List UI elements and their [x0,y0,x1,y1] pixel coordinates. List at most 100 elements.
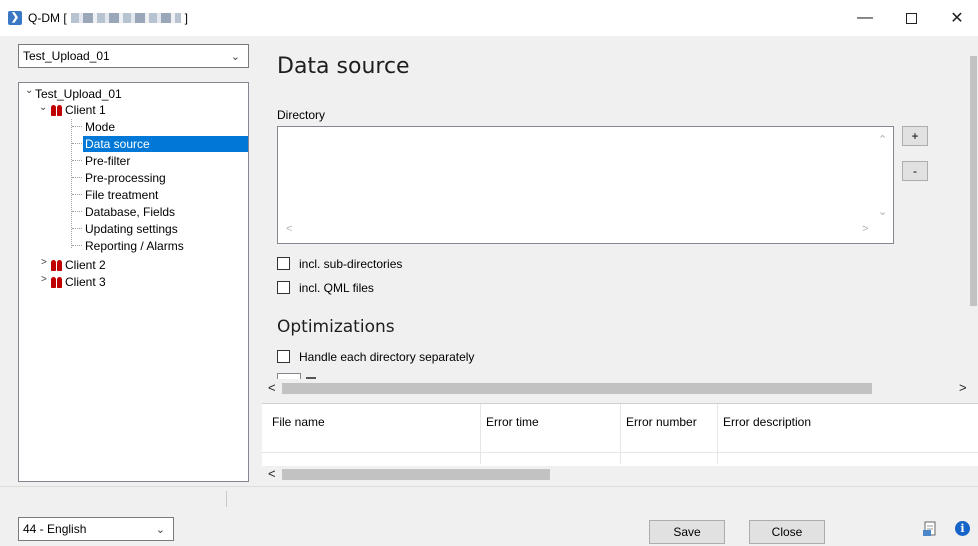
scrollbar-thumb[interactable] [282,469,550,480]
grid-row-line [262,452,978,453]
tree-item-label: Mode [85,120,116,134]
tree-item-client-2-label: Client 2 [65,258,106,272]
info-icon[interactable]: i [955,521,970,536]
tree-item-mode[interactable]: Mode [83,119,117,135]
add-directory-button[interactable]: + [902,126,928,146]
tree-item-pre-filter[interactable]: Pre-filter [83,153,132,169]
title-bar: ❯ Q-DM [ ] — ✕ [0,0,978,36]
scroll-up-icon[interactable]: ⌃ [878,133,887,146]
close-window-button[interactable]: ✕ [934,0,978,36]
project-select-value: Test_Upload_01 [23,49,110,63]
project-select[interactable]: Test_Upload_01 ⌄ [18,44,249,68]
window-title: Q-DM [ ] [28,11,188,25]
tree-item-file-treatment[interactable]: File treatment [83,187,160,203]
handle-each-directory-label: Handle each directory separately [299,350,475,364]
tree-item-label: Database, Fields [85,205,176,219]
tree-connector [72,194,82,195]
grid-horizontal-scrollbar[interactable]: < [262,466,978,483]
chevron-down-icon: ⌄ [155,524,165,536]
minimize-icon: — [857,9,873,26]
directory-list[interactable]: ⌃ ⌄ < > [277,126,894,244]
incl-qml-checkbox[interactable] [277,281,290,294]
status-bar [0,486,978,510]
tree-item-label: Pre-processing [85,171,166,185]
expand-root-icon[interactable]: ⌄ [25,85,33,96]
tree-item-client-3-label: Client 3 [65,275,106,289]
stepper-up-icon[interactable] [306,377,317,379]
tree-connector [72,211,82,212]
tree-item-root-label: Test_Upload_01 [35,87,122,101]
maximize-button[interactable] [888,0,934,36]
scroll-right-icon[interactable]: > [959,380,967,395]
column-separator [620,404,621,464]
scrollbar-thumb[interactable] [282,383,872,394]
redacted-title-text [70,13,181,23]
tree-item-database-fields[interactable]: Database, Fields [83,204,177,220]
language-select[interactable]: 44 - English ⌄ [18,517,174,541]
app-icon: ❯ [8,11,22,25]
chevron-down-icon: ⌄ [230,51,240,63]
minimize-button[interactable]: — [842,0,888,36]
export-document-icon[interactable] [922,521,938,537]
incl-subdirectories-checkbox[interactable] [277,257,290,270]
window-title-prefix: Q-DM [ [28,11,67,25]
close-icon: ✕ [950,10,964,27]
close-button[interactable]: Close [749,520,825,544]
cut-off-row [277,373,607,379]
tree-connector [72,160,82,161]
column-separator [717,404,718,464]
tree-item-client-1-label: Client 1 [65,103,106,117]
tree-item-client-3[interactable]: Client 3 [51,274,106,290]
tree-item-root[interactable]: Test_Upload_01 [35,86,122,102]
tree-item-client-1[interactable]: Client 1 [51,102,106,118]
maximize-icon [905,12,917,24]
tree-connector [72,177,82,178]
tree-connector [72,126,82,127]
column-header-file-name[interactable]: File name [272,415,325,429]
handle-each-directory-checkbox[interactable] [277,350,290,363]
tree-item-label: Data source [85,137,150,151]
save-button[interactable]: Save [649,520,725,544]
settings-tree[interactable]: ⌄ Test_Upload_01 ⌄ Client 1 Mode Data so… [18,82,249,482]
main-vertical-scrollbar[interactable] [969,36,978,396]
column-header-error-number[interactable]: Error number [626,415,697,429]
tree-item-label: File treatment [85,188,159,202]
tree-item-data-source[interactable]: Data source [83,136,248,152]
incl-qml-label: incl. QML files [299,281,374,295]
numeric-stepper[interactable] [277,373,301,379]
client-icon [51,276,64,288]
window-title-suffix: ] [184,11,189,25]
tree-item-label: Pre-filter [85,154,131,168]
optimizations-title: Optimizations [277,317,395,337]
scroll-left-icon[interactable]: < [268,466,276,481]
scroll-left-icon[interactable]: < [286,223,292,235]
language-select-value: 44 - English [23,522,87,536]
tree-item-client-2[interactable]: Client 2 [51,257,106,273]
tree-item-pre-processing[interactable]: Pre-processing [83,170,168,186]
tree-connector [72,245,82,246]
tree-item-updating-settings[interactable]: Updating settings [83,221,180,237]
scrollbar-thumb[interactable] [970,56,977,306]
directory-label: Directory [277,108,326,122]
status-separator [226,491,227,507]
incl-subdirectories-label: incl. sub-directories [299,257,403,271]
main-horizontal-scrollbar[interactable]: < > [262,380,978,397]
tree-item-label: Reporting / Alarms [85,239,184,253]
tree-item-reporting-alarms[interactable]: Reporting / Alarms [83,238,186,254]
tree-connector [72,228,82,229]
page-title: Data source [277,54,410,79]
scroll-right-icon[interactable]: > [862,223,868,235]
expand-client3-icon[interactable]: > [41,274,47,285]
column-separator [480,404,481,464]
client-icon [51,104,64,116]
tree-item-label: Updating settings [85,222,178,236]
client-icon [51,259,64,271]
scroll-left-icon[interactable]: < [268,380,276,395]
column-header-error-description[interactable]: Error description [723,415,811,429]
tree-connector [72,143,82,144]
expand-client1-icon[interactable]: ⌄ [39,102,47,113]
column-header-error-time[interactable]: Error time [486,415,539,429]
expand-client2-icon[interactable]: > [41,257,47,268]
scroll-down-icon[interactable]: ⌄ [878,205,887,218]
remove-directory-button[interactable]: - [902,161,928,181]
